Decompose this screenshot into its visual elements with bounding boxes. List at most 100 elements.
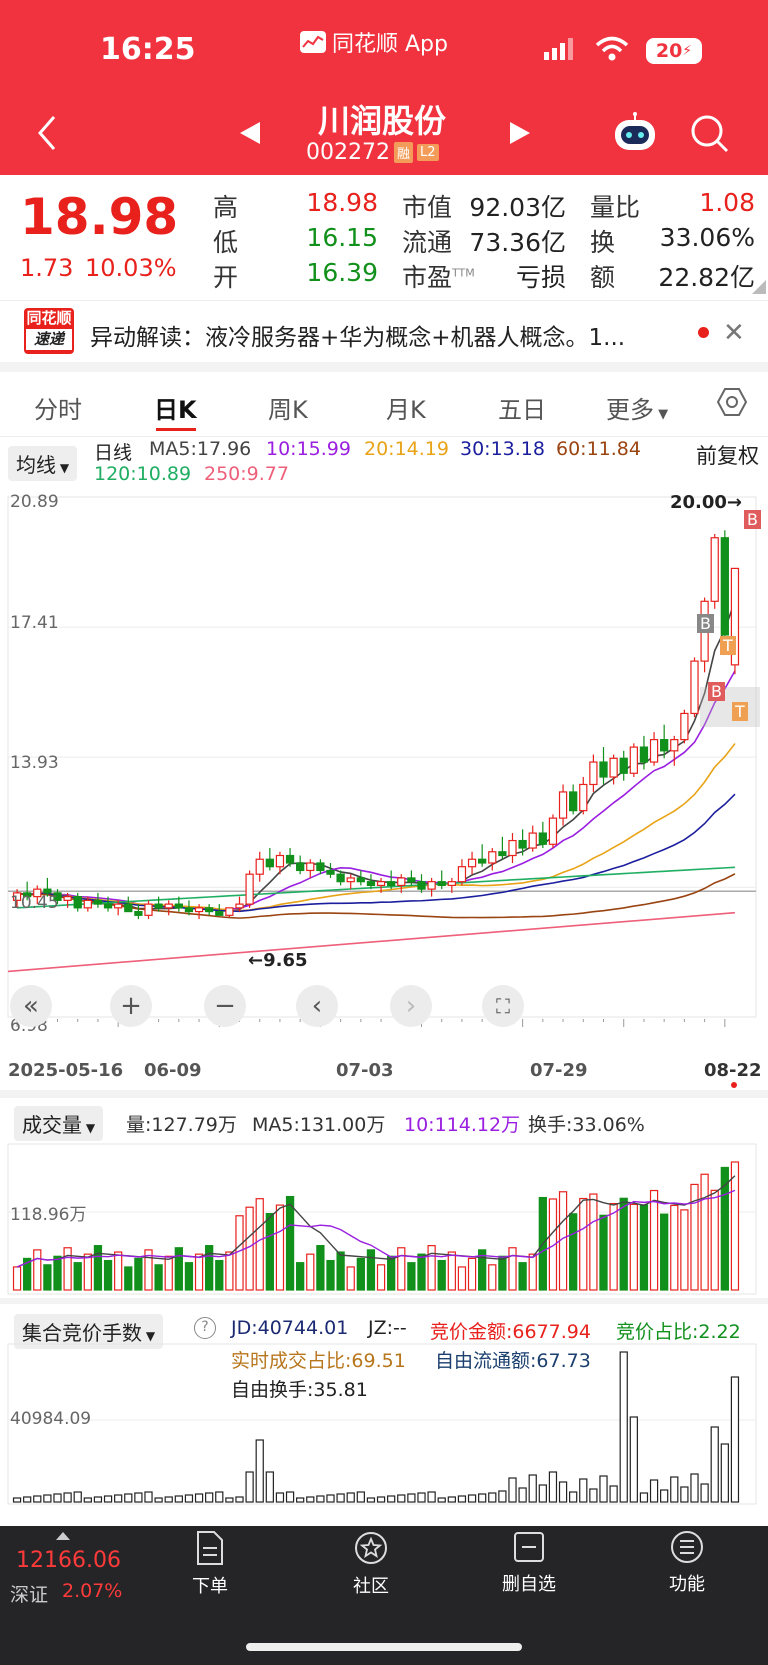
next-stock-button[interactable] — [508, 120, 532, 150]
fullscreen-icon[interactable]: ⛶ — [482, 985, 524, 1027]
auction-bar — [215, 1491, 224, 1503]
index-name: 深证 — [10, 1584, 49, 1606]
volume-bar — [619, 1197, 628, 1291]
collapse-icon[interactable]: « — [10, 985, 52, 1027]
tab-monthly-k[interactable]: 月K — [386, 390, 426, 425]
nav-order[interactable]: 下单 — [155, 1530, 265, 1598]
candle — [498, 836, 507, 860]
nav-remove-watchlist[interactable]: 删自选 — [474, 1530, 584, 1596]
volume-chart[interactable] — [0, 1140, 768, 1296]
auction-bar — [720, 1443, 729, 1503]
buy-marker[interactable]: B — [697, 614, 714, 633]
candle — [326, 862, 335, 878]
close-news-button[interactable]: ✕ — [723, 318, 745, 348]
section-gap — [0, 362, 768, 372]
wifi-icon — [595, 36, 629, 66]
pan-right-button[interactable]: › — [390, 985, 432, 1027]
robot-assistant-icon[interactable] — [612, 112, 658, 156]
auction-bar — [508, 1477, 517, 1503]
auction-bar — [73, 1491, 82, 1503]
auction-bar — [255, 1439, 264, 1503]
ma250-label: 250:9.77 — [204, 463, 289, 485]
auction-bar — [609, 1485, 618, 1503]
x-date: 08-22 — [704, 1060, 762, 1081]
volume-bar — [63, 1247, 72, 1291]
auction-bar — [205, 1492, 214, 1503]
vr-value: 1.08 — [699, 188, 755, 217]
tab-daily-k[interactable]: 日K — [154, 390, 197, 425]
y-tick: 13.93 — [10, 753, 59, 773]
candle — [144, 900, 153, 920]
tab-weekly-k[interactable]: 周K — [268, 390, 308, 425]
volume-bar — [599, 1214, 608, 1291]
tab-timeshare[interactable]: 分时 — [34, 390, 82, 425]
candle — [558, 784, 568, 826]
volume-bar — [457, 1266, 467, 1291]
pan-left-button[interactable]: ‹ — [296, 985, 338, 1027]
index-pct: 2.07% — [62, 1580, 123, 1602]
volume-bar — [518, 1262, 527, 1291]
auction-bar — [275, 1492, 285, 1503]
auction-bar — [154, 1497, 163, 1503]
auction-bar — [174, 1495, 183, 1503]
volume-bar — [660, 1213, 669, 1291]
t-marker[interactable]: T — [720, 636, 736, 655]
help-icon[interactable]: ? — [194, 1317, 216, 1339]
price-change-pct: 10.03% — [85, 254, 177, 282]
volume-bar — [680, 1209, 689, 1291]
volume-bar — [205, 1245, 214, 1291]
l2-badge: L2 — [417, 144, 439, 161]
adjust-button[interactable]: 前复权 — [696, 440, 759, 470]
candle — [225, 907, 234, 918]
volume-bar — [255, 1198, 264, 1291]
auction-bar — [184, 1494, 194, 1503]
indicator-selector[interactable]: 均线 ▼ — [8, 446, 78, 481]
candle — [488, 848, 497, 871]
expand-corner-icon[interactable] — [752, 280, 766, 294]
ma120-label: 120:10.89 — [94, 463, 192, 485]
volume-y-tick: 118.96万 — [10, 1205, 87, 1225]
auction-bar — [478, 1493, 487, 1503]
auction-bar — [599, 1475, 608, 1503]
auction-bar — [225, 1497, 234, 1503]
auction-bar — [103, 1495, 113, 1503]
zoom-out-button[interactable]: − — [204, 985, 246, 1027]
volume-bar — [387, 1255, 396, 1291]
kline-chart[interactable] — [0, 487, 768, 1037]
zoom-in-button[interactable]: + — [110, 985, 152, 1027]
tab-more[interactable]: 更多 ▼ — [606, 390, 668, 425]
buy-marker[interactable]: B — [744, 510, 761, 529]
active-tab-indicator — [156, 428, 196, 431]
candle — [457, 859, 467, 886]
dropdown-arrow-icon: ▼ — [654, 407, 669, 422]
candle — [710, 534, 719, 609]
price-change: 1.73 — [20, 254, 74, 282]
auction-chart[interactable] — [0, 1340, 768, 1506]
search-icon[interactable] — [690, 114, 730, 158]
volume-ma10: 10:114.12万 — [404, 1114, 521, 1136]
back-button[interactable] — [36, 114, 58, 156]
ma10-label: 10:15.99 — [266, 438, 351, 460]
app-logo-icon — [300, 31, 326, 53]
auction-bar — [518, 1487, 527, 1503]
candle — [417, 874, 426, 893]
news-text[interactable]: 异动解读：液冷服务器+华为概念+机器人概念。1... — [90, 318, 682, 352]
auction-bar — [285, 1491, 295, 1503]
nav-functions[interactable]: 功能 — [632, 1530, 742, 1596]
candle — [306, 859, 315, 878]
auction-bar — [376, 1496, 386, 1503]
volume-bar — [225, 1251, 234, 1291]
tab-five-day[interactable]: 五日 — [498, 390, 546, 425]
prev-stock-button[interactable] — [238, 120, 262, 150]
index-value[interactable]: 12166.06 — [16, 1548, 121, 1573]
settings-hexagon-icon[interactable] — [716, 386, 748, 422]
candle — [599, 747, 608, 785]
volume-bar — [306, 1253, 315, 1291]
candle — [508, 833, 517, 863]
nav-community[interactable]: 社区 — [316, 1530, 426, 1598]
t-marker[interactable]: T — [732, 702, 748, 721]
buy-marker[interactable]: B — [708, 682, 725, 701]
volume-selector[interactable]: 成交量 ▼ — [14, 1106, 104, 1141]
auction-bar — [427, 1491, 436, 1503]
auction-bar — [417, 1492, 426, 1503]
